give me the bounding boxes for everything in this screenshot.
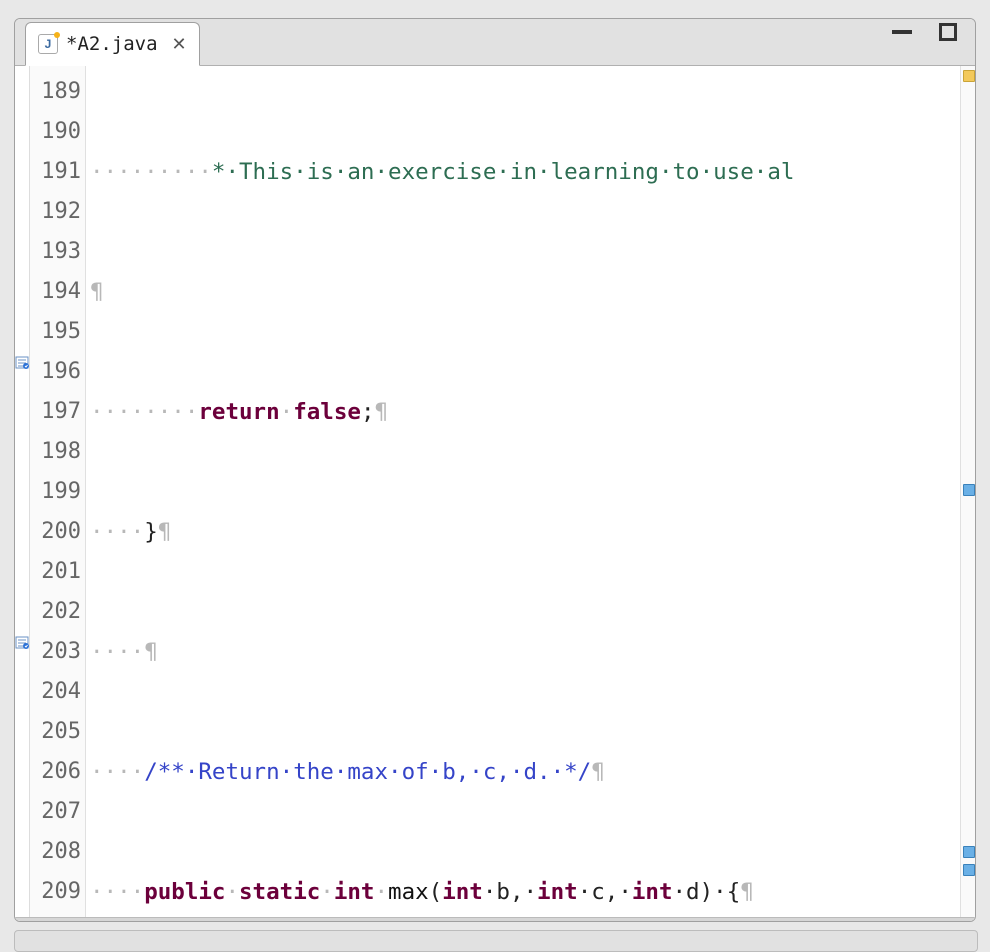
overview-info-marker[interactable] bbox=[963, 484, 975, 496]
line-number[interactable]: 189 bbox=[30, 72, 85, 112]
line-number[interactable]: 198 bbox=[30, 432, 85, 472]
code-line: ····/**·Return·the·max·of·b,·c,·d.·*/¶ bbox=[86, 752, 960, 792]
tab-bar: J *A2.java ✕ bbox=[15, 19, 975, 66]
code-line: ····}¶ bbox=[86, 512, 960, 552]
line-number[interactable]: 207 bbox=[30, 792, 85, 832]
editor-view: J *A2.java ✕ 189 190 191 192 193 194 195 bbox=[14, 18, 976, 922]
code-line: ·········*·This·is·an·exercise·in·learni… bbox=[86, 152, 960, 192]
line-number[interactable]: 200 bbox=[30, 512, 85, 552]
code-line: ····public·static·int·max(int·b,·int·c,·… bbox=[86, 872, 960, 912]
editor-body: 189 190 191 192 193 194 195 196 197 198 … bbox=[15, 66, 975, 922]
todo-marker-icon[interactable] bbox=[15, 353, 29, 371]
line-number[interactable]: 192 bbox=[30, 192, 85, 232]
line-number[interactable]: 195 bbox=[30, 312, 85, 352]
marker-ruler bbox=[15, 66, 30, 922]
line-number[interactable]: 204 bbox=[30, 672, 85, 712]
line-number[interactable]: 190 bbox=[30, 112, 85, 152]
editor-tab-a2-java[interactable]: J *A2.java ✕ bbox=[25, 22, 200, 66]
line-number[interactable]: 202 bbox=[30, 592, 85, 632]
line-number[interactable]: 201 bbox=[30, 552, 85, 592]
minimize-view-button[interactable] bbox=[891, 23, 913, 41]
line-number[interactable]: 194 bbox=[30, 272, 85, 312]
code-line: ····¶ bbox=[86, 632, 960, 672]
overview-warning-marker[interactable] bbox=[963, 70, 975, 82]
line-number[interactable]: 203 bbox=[30, 632, 85, 672]
code-area[interactable]: ·········*·This·is·an·exercise·in·learni… bbox=[86, 66, 960, 922]
line-number-gutter[interactable]: 189 190 191 192 193 194 195 196 197 198 … bbox=[30, 66, 86, 922]
maximize-view-button[interactable] bbox=[937, 23, 959, 41]
line-number[interactable]: 206 bbox=[30, 752, 85, 792]
java-file-icon: J bbox=[38, 34, 58, 54]
line-number[interactable]: 209 bbox=[30, 872, 85, 912]
line-number[interactable]: 191 bbox=[30, 152, 85, 192]
overview-info-marker[interactable] bbox=[963, 864, 975, 876]
code-line: ········return·false;¶ bbox=[86, 392, 960, 432]
bottom-panel-collapsed[interactable] bbox=[14, 930, 978, 952]
overview-info-marker[interactable] bbox=[963, 846, 975, 858]
code-line: ¶ bbox=[86, 272, 960, 312]
split-sash-handle[interactable] bbox=[15, 917, 975, 922]
editor-tab-label: *A2.java bbox=[66, 33, 158, 55]
line-number[interactable]: 205 bbox=[30, 712, 85, 752]
overview-ruler[interactable] bbox=[960, 66, 975, 922]
view-controls bbox=[891, 23, 959, 41]
line-number[interactable]: 199 bbox=[30, 472, 85, 512]
line-number[interactable]: 193 bbox=[30, 232, 85, 272]
line-number[interactable]: 197 bbox=[30, 392, 85, 432]
todo-marker-icon[interactable] bbox=[15, 633, 29, 651]
line-number[interactable]: 196 bbox=[30, 352, 85, 392]
line-number[interactable]: 208 bbox=[30, 832, 85, 872]
close-tab-icon[interactable]: ✕ bbox=[172, 34, 187, 55]
